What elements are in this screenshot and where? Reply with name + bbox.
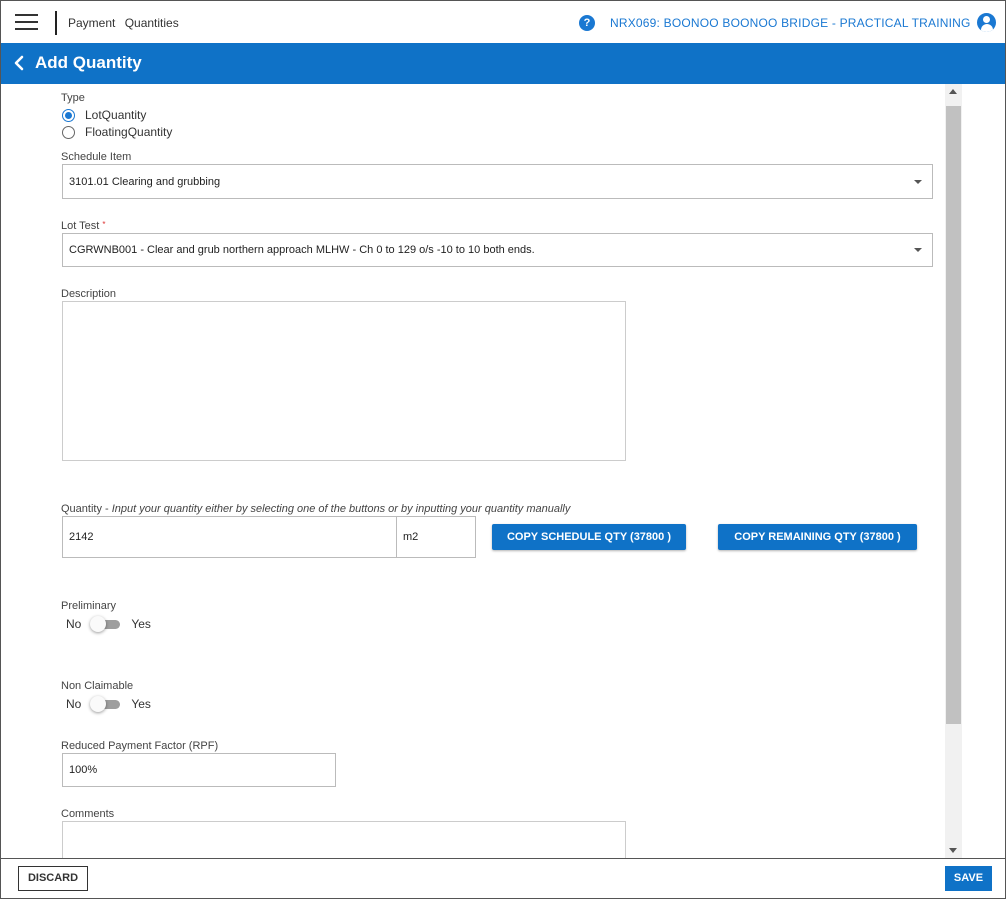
scroll-thumb[interactable] [946,106,961,724]
quantity-unit: m2 [396,516,476,558]
non-claimable-toggle[interactable] [90,696,122,712]
schedule-item-select[interactable]: 3101.01 Clearing and grubbing [62,164,933,199]
footer-bar: DISCARD SAVE [1,858,1005,898]
toggle-yes-label: Yes [131,697,151,711]
scroll-up-icon[interactable] [949,89,957,94]
toggle-yes-label: Yes [131,617,151,631]
description-label: Description [61,288,117,300]
help-icon[interactable]: ? [579,15,595,31]
non-claimable-toggle-row: No Yes [66,696,151,712]
preliminary-toggle-row: No Yes [66,616,151,632]
radio-floating-quantity[interactable]: FloatingQuantity [62,125,172,139]
schedule-item-label: Schedule Item [61,151,132,163]
hamburger-icon[interactable] [15,14,38,30]
radio-button[interactable] [62,125,75,139]
comments-label: Comments [61,808,115,820]
project-name[interactable]: NRX069: BOONOO BOONOO BRIDGE - PRACTICAL… [610,16,971,30]
quantity-label-text: Quantity - [61,503,112,515]
type-label: Type [61,92,85,104]
breadcrumb: Payment Quantities [68,16,179,30]
quantity-hint: Input your quantity either by selecting … [111,503,571,515]
page-header: Add Quantity [1,43,1005,84]
preliminary-label: Preliminary [61,600,117,612]
breadcrumb-payment[interactable]: Payment [68,16,115,30]
preliminary-toggle[interactable] [90,616,122,632]
required-marker: * [102,220,106,229]
form-content: Type LotQuantity FloatingQuantity Schedu… [1,84,945,858]
radio-label: LotQuantity [85,108,147,122]
non-claimable-label: Non Claimable [61,680,134,692]
lot-test-value: CGRWNB001 - Clear and grub northern appr… [69,244,535,256]
topbar-divider [55,11,57,35]
chevron-down-icon [914,179,922,184]
copy-remaining-qty-button[interactable]: COPY REMAINING QTY (37800 ) [718,524,917,550]
schedule-item-value: 3101.01 Clearing and grubbing [69,175,221,188]
user-icon[interactable] [977,13,996,32]
rpf-label: Reduced Payment Factor (RPF) [61,740,219,752]
lot-test-select[interactable]: CGRWNB001 - Clear and grub northern appr… [62,233,933,267]
vertical-scrollbar[interactable] [945,84,962,858]
page-title: Add Quantity [35,53,142,72]
chevron-left-icon[interactable] [12,55,26,71]
toggle-no-label: No [66,617,82,631]
radio-button[interactable] [62,108,75,122]
breadcrumb-quantities[interactable]: Quantities [125,16,179,30]
lot-test-label: Lot Test * [61,220,106,232]
description-textarea[interactable] [62,301,626,461]
top-bar: Payment Quantities ? NRX069: BOONOO BOON… [1,1,1005,43]
scroll-down-icon[interactable] [949,848,957,853]
radio-lot-quantity[interactable]: LotQuantity [62,108,146,122]
save-button[interactable]: SAVE [945,866,992,891]
chevron-down-icon [914,248,922,252]
copy-schedule-qty-button[interactable]: COPY SCHEDULE QTY (37800 ) [492,524,686,550]
radio-label: FloatingQuantity [85,125,173,139]
lot-test-label-text: Lot Test [61,220,100,232]
rpf-input[interactable]: 100% [62,753,336,787]
quantity-label: Quantity - Input your quantity either by… [61,503,570,515]
comments-textarea[interactable] [62,821,626,858]
quantity-input[interactable]: 2142 [62,516,397,558]
toggle-no-label: No [66,697,82,711]
discard-button[interactable]: DISCARD [18,866,88,891]
